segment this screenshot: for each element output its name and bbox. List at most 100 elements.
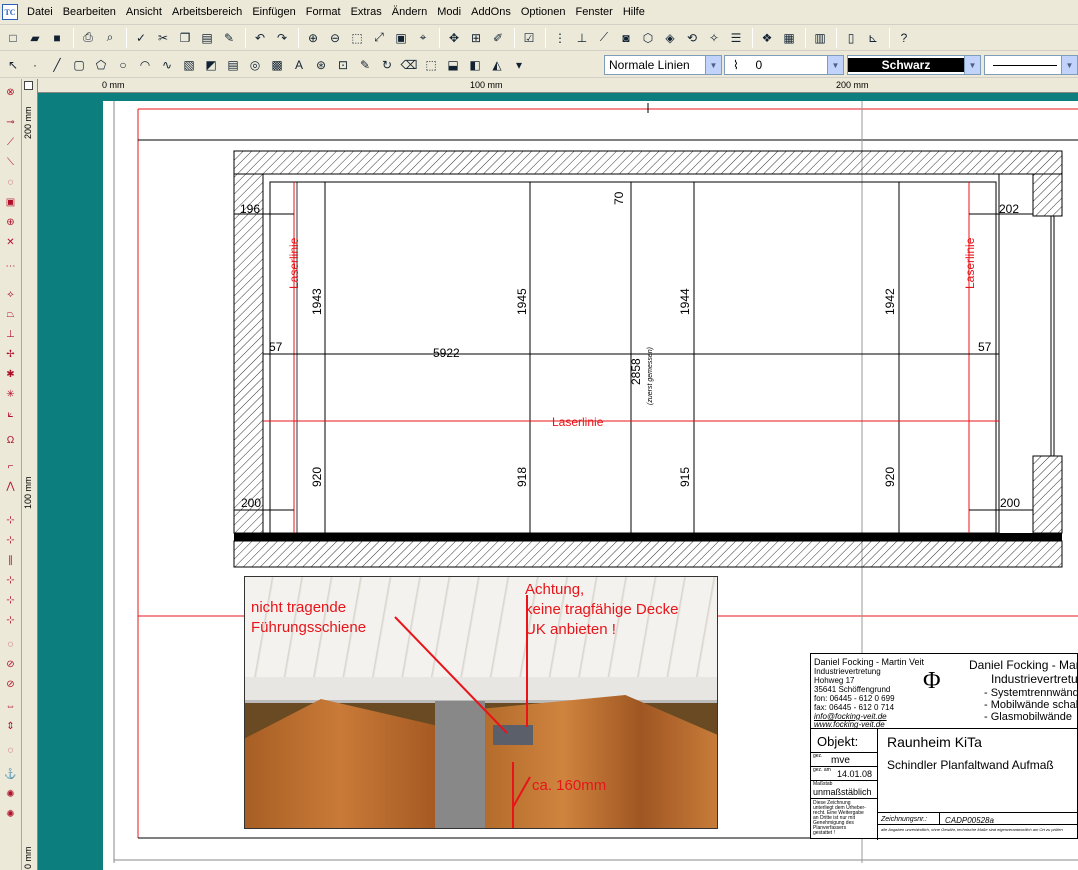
snap-line-icon[interactable]: ⟋	[1, 133, 20, 152]
bring-front-icon[interactable]: ◧	[465, 55, 485, 75]
menu-bearbeiten[interactable]: Bearbeiten	[58, 1, 121, 23]
lock-snap-14-icon[interactable]: ✺	[1, 785, 20, 804]
print-icon[interactable]: ⎙	[78, 28, 98, 48]
lock-snap-13-icon[interactable]: ⚓	[1, 765, 20, 784]
lock-snap-15-icon[interactable]: ✺	[1, 805, 20, 824]
lock-snap-5-icon[interactable]: ⊹	[1, 591, 20, 610]
lock-snap-12-icon[interactable]: ◌	[1, 741, 20, 760]
select-arrow-icon[interactable]: ↖	[3, 55, 23, 75]
render-icon[interactable]: ◙	[616, 28, 636, 48]
menu-arbeitsbereich[interactable]: Arbeitsbereich	[167, 1, 247, 23]
library-icon[interactable]: ❖	[757, 28, 777, 48]
snap-arc-icon[interactable]: ◌	[1, 173, 20, 192]
lock-snap-2-icon[interactable]: ⊹	[1, 531, 20, 550]
group-icon[interactable]: ⬚	[421, 55, 441, 75]
menu-format[interactable]: Format	[301, 1, 346, 23]
catalog-icon[interactable]: ▦	[779, 28, 799, 48]
layers-icon[interactable]: ☰	[726, 28, 746, 48]
snap-mid-icon[interactable]: ✢	[1, 345, 20, 364]
menu-fenster[interactable]: Fenster	[571, 1, 618, 23]
snap-inter-icon[interactable]: ✱	[1, 365, 20, 384]
snap-box-icon[interactable]: ▣	[1, 193, 20, 212]
pencil-icon[interactable]: ✎	[355, 55, 375, 75]
snap-center-icon[interactable]: ⊕	[1, 213, 20, 232]
menu-optionen[interactable]: Optionen	[516, 1, 571, 23]
ungroup-icon[interactable]: ⬓	[443, 55, 463, 75]
menu-datei[interactable]: Datei	[22, 1, 58, 23]
polygon-icon[interactable]: ⬠	[91, 55, 111, 75]
zoom-extents-icon[interactable]: ⤢	[369, 28, 389, 48]
chevron-down-icon[interactable]: ▼	[827, 56, 843, 74]
format-painter-icon[interactable]: ✎	[219, 28, 239, 48]
snap-end-icon[interactable]: ⟍	[1, 153, 20, 172]
snap-point-icon[interactable]: ⊸	[1, 113, 20, 132]
zoom-out-icon[interactable]: ⊖	[325, 28, 345, 48]
magnet-icon[interactable]: ⊗	[1, 83, 20, 102]
new-file-icon[interactable]: □	[3, 28, 23, 48]
spellcheck-icon[interactable]: ✓	[131, 28, 151, 48]
snap-magnet-icon[interactable]: Ω	[1, 431, 20, 450]
menu-addons[interactable]: AddOns	[466, 1, 516, 23]
snap-perp-icon[interactable]: ⊥	[1, 325, 20, 344]
wall-icon[interactable]: ▤	[223, 55, 243, 75]
network-icon[interactable]: ✧	[704, 28, 724, 48]
view-3d-icon[interactable]: ◈	[660, 28, 680, 48]
paste-icon[interactable]: ▤	[197, 28, 217, 48]
snap-angle-icon[interactable]: ⟀	[1, 405, 20, 424]
arc-icon[interactable]: ◠	[135, 55, 155, 75]
insert-symbol-icon[interactable]: ⊞	[466, 28, 486, 48]
copy-icon[interactable]: ❐	[175, 28, 195, 48]
color-select[interactable]: Schwarz ▼	[847, 55, 981, 75]
lock-snap-4-icon[interactable]: ⊹	[1, 571, 20, 590]
chevron-down-icon[interactable]: ▼	[964, 56, 980, 74]
snap-quadrant-icon[interactable]: ⏢	[1, 305, 20, 324]
undo-icon[interactable]: ↶	[250, 28, 270, 48]
snap-icon[interactable]: ⟋	[594, 28, 614, 48]
dimension-icon[interactable]: ⊛	[311, 55, 331, 75]
snap-polar-icon[interactable]: ⋀	[1, 477, 20, 496]
stamp-icon[interactable]: ◎	[245, 55, 265, 75]
cut-icon[interactable]: ✂	[153, 28, 173, 48]
hatch-icon[interactable]: ▧	[179, 55, 199, 75]
menu-extras[interactable]: Extras	[346, 1, 387, 23]
brush-icon[interactable]: ✐	[488, 28, 508, 48]
help-icon[interactable]: ?	[894, 28, 914, 48]
line-style-select[interactable]: Normale Linien ▼	[604, 55, 722, 75]
lock-snap-10-icon[interactable]: ⇔	[1, 697, 20, 716]
ortho-icon[interactable]: ⊥	[572, 28, 592, 48]
page-icon[interactable]: ▯	[841, 28, 861, 48]
lock-snap-8-icon[interactable]: ⊘	[1, 655, 20, 674]
snap-cross-icon[interactable]: ✕	[1, 233, 20, 252]
line-width-select[interactable]: ⌇ 0 ▼	[724, 55, 844, 75]
color-fill-icon[interactable]: ◭	[487, 55, 507, 75]
snap-tangent-icon[interactable]: ⟡	[1, 285, 20, 304]
grid-icon[interactable]: ⋮	[550, 28, 570, 48]
fill-icon[interactable]: ◩	[201, 55, 221, 75]
rectangle-icon[interactable]: ▢	[69, 55, 89, 75]
save-icon[interactable]: ■	[47, 28, 67, 48]
ruler-corner-box[interactable]	[24, 81, 33, 90]
menu-hilfe[interactable]: Hilfe	[618, 1, 650, 23]
coordinate-icon[interactable]: ⊾	[863, 28, 883, 48]
menu-aendern[interactable]: Ändern	[387, 1, 432, 23]
circle-icon[interactable]: ○	[113, 55, 133, 75]
cube-icon[interactable]: ⬡	[638, 28, 658, 48]
menu-modi[interactable]: Modi	[432, 1, 466, 23]
lock-snap-9-icon[interactable]: ⊘	[1, 675, 20, 694]
lock-snap-3-icon[interactable]: ∥	[1, 551, 20, 570]
snap-near-icon[interactable]: ✳	[1, 385, 20, 404]
measure-icon[interactable]: ⊡	[333, 55, 353, 75]
pan-icon[interactable]: ⌖	[413, 28, 433, 48]
rotate-icon[interactable]: ↻	[377, 55, 397, 75]
chevron-down-icon[interactable]: ▼	[1061, 56, 1077, 74]
line-icon[interactable]: ╱	[47, 55, 67, 75]
menu-einfuegen[interactable]: Einfügen	[247, 1, 300, 23]
lock-snap-1-icon[interactable]: ⊹	[1, 511, 20, 530]
menu-ansicht[interactable]: Ansicht	[121, 1, 167, 23]
redo-icon[interactable]: ↷	[272, 28, 292, 48]
image-icon[interactable]: ▩	[267, 55, 287, 75]
text-icon[interactable]: A	[289, 55, 309, 75]
drawing-canvas[interactable]: 196 202 70 Laserlinie Laserlinie Laserli…	[38, 93, 1078, 870]
curve-icon[interactable]: ∿	[157, 55, 177, 75]
print-preview-icon[interactable]: ⌕	[100, 28, 120, 48]
